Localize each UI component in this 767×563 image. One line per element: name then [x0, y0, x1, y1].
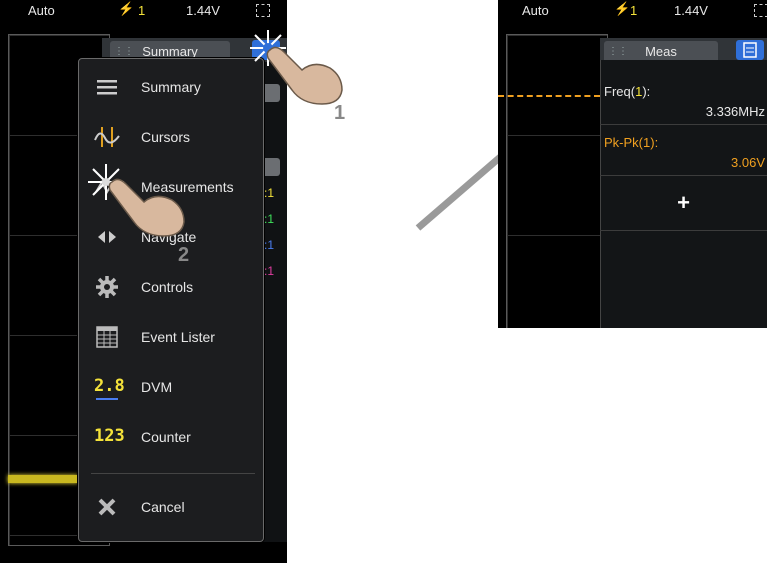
scope-screen-right: Auto ⚡ 1 1.44V ⋮⋮ Meas Freq(1): 3.336MHz… — [498, 0, 767, 328]
fullscreen-icon[interactable] — [754, 4, 767, 17]
waveform-graticule[interactable] — [506, 34, 608, 328]
pointing-hand-icon — [108, 178, 185, 237]
dvm-icon: 2.8 — [94, 376, 125, 402]
measurement-name: Freq(1): — [604, 84, 651, 99]
measurement-value: 3.336MHz — [705, 104, 765, 119]
menu-item-counter[interactable]: 123 Counter — [79, 415, 263, 459]
tab-meas[interactable]: ⋮⋮ Meas — [604, 41, 718, 62]
trigger-level[interactable]: 1.44V — [674, 3, 708, 18]
sidebar-popup-menu: Summary Cursors Measurements Navigate Co… — [78, 58, 264, 542]
add-icon: + — [677, 190, 690, 215]
measurement-type: Freq — [604, 84, 631, 99]
add-measurement-button[interactable]: + — [600, 182, 767, 231]
step-1-callout: 1 — [334, 102, 346, 124]
trigger-channel: 1 — [630, 3, 638, 18]
step-2-callout: 2 — [178, 244, 190, 266]
measurement-type: Pk-Pk — [604, 135, 639, 150]
gear-icon — [96, 276, 118, 298]
ch3-label: :1 — [264, 238, 275, 252]
pointing-hand-icon — [266, 46, 343, 105]
cursors-icon — [94, 127, 120, 147]
ch2-label: :1 — [264, 212, 275, 226]
measurement-source: 1 — [635, 84, 643, 99]
menu-item-label: Event Lister — [141, 329, 215, 345]
menu-item-summary[interactable]: Summary — [79, 65, 263, 109]
menu-item-controls[interactable]: Controls — [79, 265, 263, 309]
trigger-level[interactable]: 1.44V — [186, 3, 220, 18]
measurement-row[interactable]: Freq(1): 3.336MHz — [600, 80, 767, 125]
menu-item-label: Cursors — [141, 129, 191, 145]
trigger-edge-icon: ⚡ — [614, 1, 631, 16]
measurement-name: Pk-Pk(1): — [604, 135, 659, 150]
menu-item-label: Counter — [141, 429, 191, 445]
ch1-label: :1 — [264, 186, 275, 200]
dvm-underline — [96, 398, 118, 400]
table-icon — [96, 326, 118, 348]
fullscreen-icon[interactable] — [256, 4, 270, 17]
ch1-waveform-trace — [8, 475, 78, 483]
ch4-label: :1 — [264, 264, 275, 278]
trigger-edge-icon: ⚡ — [118, 1, 135, 16]
menu-item-cursors[interactable]: Cursors — [79, 115, 263, 159]
status-bar: Auto ⚡ 1 1.44V — [498, 0, 767, 22]
status-bar: Auto ⚡ 1 1.44V — [0, 0, 287, 22]
list-icon — [97, 80, 117, 95]
list-icon — [743, 42, 757, 58]
measurement-value: 3.06V — [731, 155, 765, 170]
menu-item-event-lister[interactable]: Event Lister — [79, 315, 263, 359]
trigger-channel: 1 — [138, 3, 146, 18]
menu-item-label: Summary — [141, 79, 201, 95]
trigger-level-line — [498, 95, 600, 97]
tab-meas-label: Meas — [645, 44, 677, 59]
menu-item-dvm[interactable]: 2.8 DVM — [79, 365, 263, 409]
menu-item-label: Cancel — [141, 499, 185, 515]
menu-item-label: Controls — [141, 279, 194, 295]
menu-separator — [91, 473, 255, 474]
dvm-icon-glyph: 2.8 — [94, 376, 125, 396]
counter-icon-glyph: 123 — [94, 426, 125, 446]
sidebar-menu-button[interactable] — [736, 40, 764, 60]
measurement-row[interactable]: Pk-Pk(1): 3.06V — [600, 131, 767, 176]
close-icon — [98, 498, 116, 516]
counter-icon: 123 — [94, 426, 125, 452]
drag-grip-icon: ⋮⋮ — [608, 46, 628, 57]
panel-button[interactable] — [262, 158, 280, 176]
measurement-source: 1 — [643, 135, 651, 150]
trigger-mode[interactable]: Auto — [522, 3, 549, 18]
trigger-mode[interactable]: Auto — [28, 3, 55, 18]
tab-summary-label: Summary — [142, 44, 198, 59]
menu-item-cancel[interactable]: Cancel — [79, 485, 263, 529]
menu-item-label: DVM — [141, 379, 173, 395]
